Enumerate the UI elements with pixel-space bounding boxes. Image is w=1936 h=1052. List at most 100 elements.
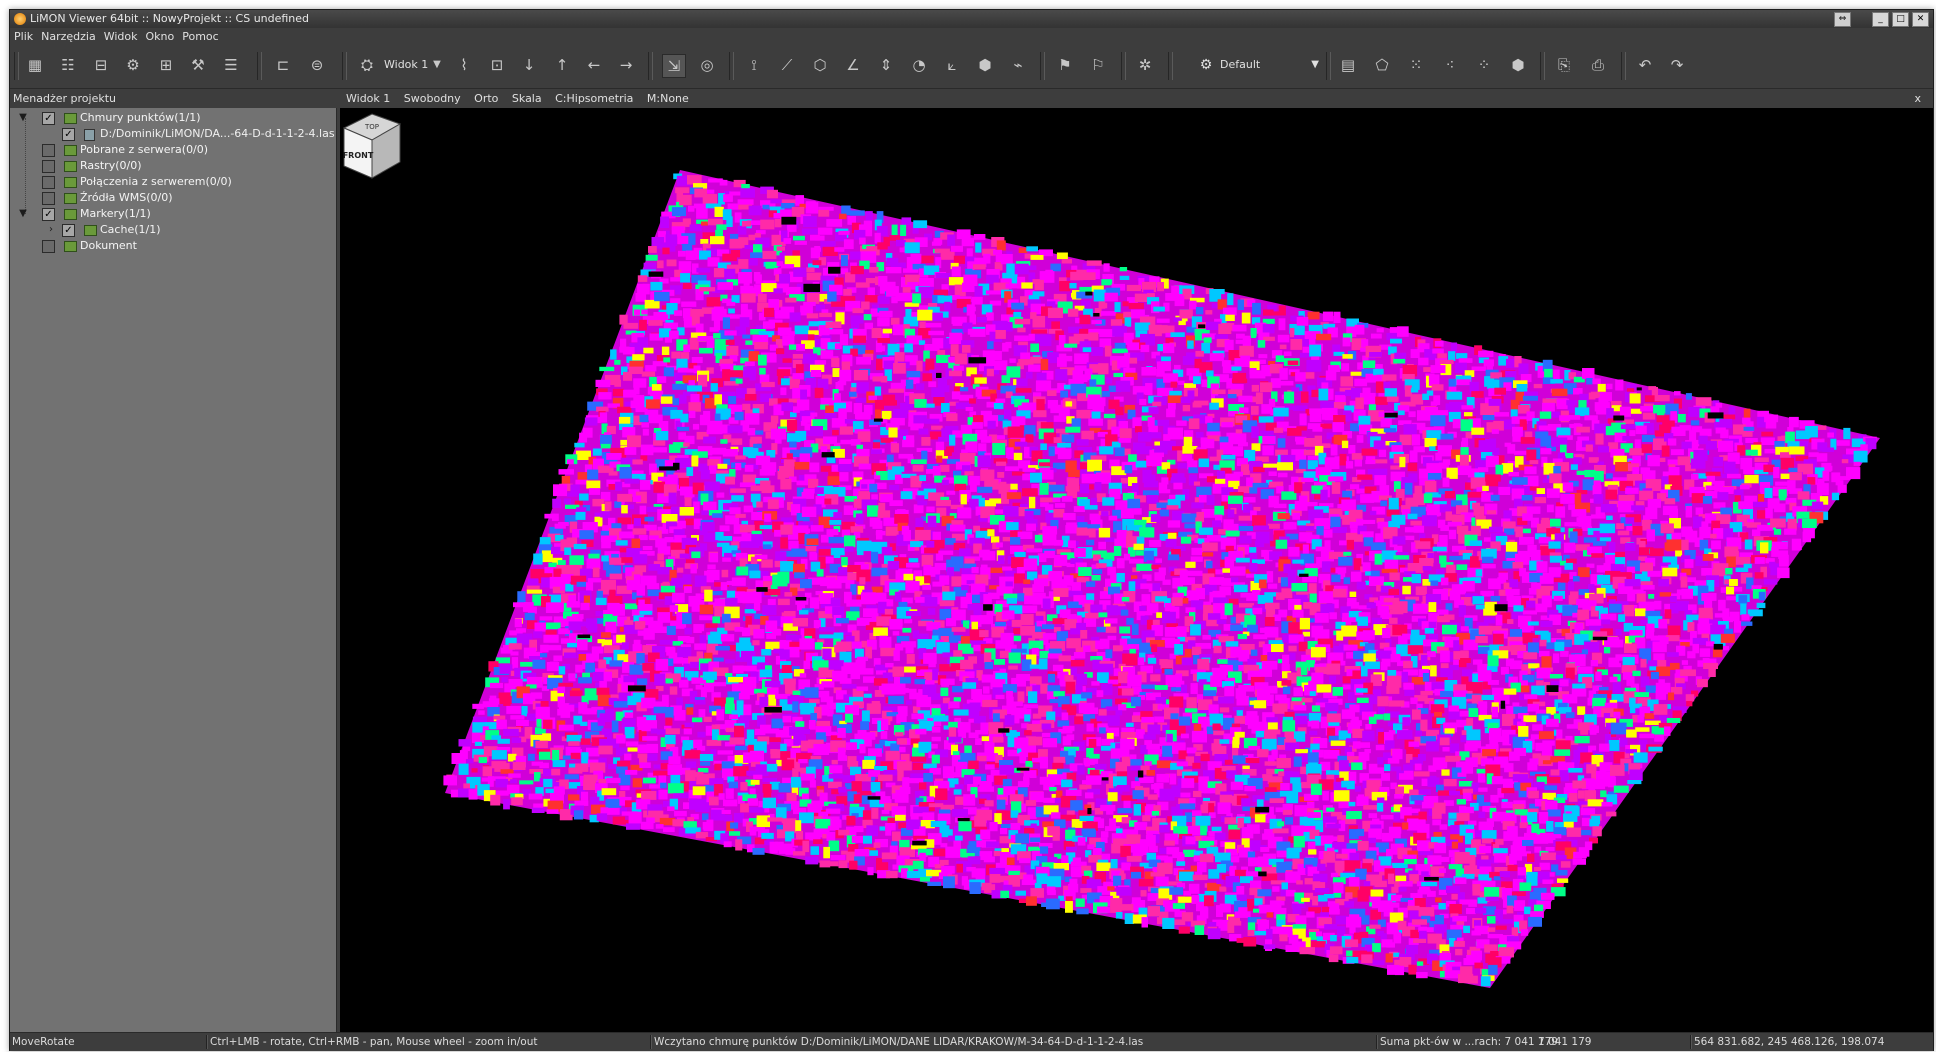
orbit-icon[interactable]: ◎ <box>696 54 718 76</box>
view-name[interactable]: Widok 1 <box>346 90 390 108</box>
lod-icon[interactable]: ⁘ <box>1473 54 1495 76</box>
chevron-down-icon[interactable]: ▼ <box>18 206 28 222</box>
measure-height-icon[interactable]: ⇕ <box>875 54 897 76</box>
maximize-button[interactable]: □ <box>1892 12 1909 27</box>
redo-icon[interactable]: ↷ <box>1666 54 1688 76</box>
list-icon[interactable]: ☰ <box>220 54 242 76</box>
checkbox[interactable]: ✓ <box>62 224 75 237</box>
projection-ortho[interactable]: Orto <box>474 90 498 108</box>
point-cluster <box>1206 431 1221 436</box>
panel-layout-icon[interactable]: ▦ <box>24 54 46 76</box>
grid-settings-icon[interactable]: ⊞ <box>155 54 177 76</box>
point-cluster <box>1224 339 1234 352</box>
tree-item-markers[interactable]: ▼ ✓ Markery(1/1) <box>12 206 334 222</box>
measure-line-icon[interactable]: ⟋ <box>776 54 798 76</box>
dock-toggle-icon[interactable]: ⇔ <box>1834 12 1851 27</box>
scale-toggle[interactable]: Skala <box>512 90 542 108</box>
checkbox[interactable] <box>42 192 55 205</box>
checkbox[interactable] <box>42 240 55 253</box>
move-rotate-icon[interactable]: ⇲ <box>662 54 686 78</box>
chevron-right-icon[interactable]: › <box>46 222 56 238</box>
arrow-up-icon[interactable]: ↑ <box>551 54 573 76</box>
tools-icon[interactable]: ⚒ <box>187 54 209 76</box>
point-cluster <box>970 481 977 492</box>
marker-add-icon[interactable]: ⚑ <box>1054 54 1076 76</box>
color-mode[interactable]: C:Hipsometria <box>555 90 633 108</box>
tree-item-rasters[interactable]: Rastry(0/0) <box>12 158 334 174</box>
checkbox[interactable] <box>42 160 55 173</box>
print-icon[interactable]: ⎙ <box>1587 54 1609 76</box>
undo-icon[interactable]: ↶ <box>1634 54 1656 76</box>
classification-icon[interactable]: ✲ <box>1134 54 1156 76</box>
menu-plik[interactable]: Plik <box>10 28 37 46</box>
tree-item-cache[interactable]: › ✓ Cache(1/1) <box>12 222 334 238</box>
menu-pomoc[interactable]: Pomoc <box>178 28 222 46</box>
measure-slope-icon[interactable]: ⟀ <box>941 54 963 76</box>
point-cluster <box>677 235 689 245</box>
tree-view-icon[interactable]: ☷ <box>57 54 79 76</box>
profile-icon[interactable]: ⊜ <box>306 54 328 76</box>
measure-volume-icon[interactable]: ⬢ <box>974 54 996 76</box>
tree-item-server-connections[interactable]: Połączenia z serwerem(0/0) <box>12 174 334 190</box>
tree-item-server-downloads[interactable]: Pobrane z serwera(0/0) <box>12 142 334 158</box>
checkbox[interactable]: ✓ <box>62 128 75 141</box>
menu-narzedzia[interactable]: Narzędzia <box>37 28 100 46</box>
chart-icon[interactable]: ⌇ <box>453 54 475 76</box>
tree-item-wms-sources[interactable]: Źródła WMS(0/0) <box>12 190 334 206</box>
measure-radius-icon[interactable]: ◔ <box>908 54 930 76</box>
measure-profile-icon[interactable]: ⌁ <box>1007 54 1029 76</box>
tree-item-document[interactable]: Dokument <box>12 238 334 254</box>
point-size-icon[interactable]: ⁙ <box>1405 54 1427 76</box>
tree-item-point-clouds[interactable]: ▼ ✓ Chmury punktów(1/1) <box>12 110 334 126</box>
arrow-left-icon[interactable]: ← <box>583 54 605 76</box>
point-cluster <box>655 701 669 708</box>
view-dropdown[interactable]: Widok 1 <box>384 54 428 76</box>
arrow-right-icon[interactable]: → <box>615 54 637 76</box>
point-cluster <box>689 337 699 350</box>
close-button[interactable]: ✕ <box>1912 12 1929 27</box>
point-cluster <box>1082 829 1096 838</box>
shading-icon[interactable]: ⬢ <box>1507 54 1529 76</box>
density-icon[interactable]: ⁖ <box>1439 54 1461 76</box>
menu-widok[interactable]: Widok <box>100 28 142 46</box>
point-cluster <box>707 257 720 267</box>
export-icon[interactable]: ⎘ <box>1553 54 1575 76</box>
point-cluster <box>511 797 523 806</box>
render-icon[interactable]: ⬠ <box>1371 54 1393 76</box>
measure-area-icon[interactable]: ⬡ <box>809 54 831 76</box>
close-view-icon[interactable]: x <box>1914 90 1921 108</box>
checkbox[interactable]: ✓ <box>42 208 55 221</box>
point-cluster <box>680 352 690 360</box>
view-icon[interactable]: ⛭ <box>356 54 378 76</box>
fit-view-icon[interactable]: ⊡ <box>486 54 508 76</box>
arrow-down-icon[interactable]: ↓ <box>518 54 540 76</box>
point-cluster <box>1227 394 1237 399</box>
measure-point-icon[interactable]: ⟟ <box>743 54 765 76</box>
point-cluster <box>1079 314 1091 325</box>
measure-angle-icon[interactable]: ∠ <box>842 54 864 76</box>
checkbox[interactable]: ✓ <box>42 112 55 125</box>
minimize-button[interactable]: _ <box>1872 12 1889 27</box>
3d-viewport[interactable]: TOP FRONT <box>340 108 1933 1032</box>
marker-mode[interactable]: M:None <box>647 90 689 108</box>
filter-icon[interactable]: ▤ <box>1337 54 1359 76</box>
tree-item-las-file[interactable]: ✓ D:/Dominik/LiMON/DA...-64-D-d-1-1-2-4.… <box>12 126 335 142</box>
point-cluster <box>1296 426 1307 431</box>
camera-mode-free[interactable]: Swobodny <box>404 90 461 108</box>
style-dropdown[interactable]: ⚙ Default ▼ <box>1196 54 1321 76</box>
point-cluster <box>551 768 561 776</box>
ruler-icon[interactable]: ⊏ <box>272 54 294 76</box>
chevron-down-icon[interactable]: ▼ <box>426 54 448 76</box>
menu-okno[interactable]: Okno <box>142 28 179 46</box>
checkbox[interactable] <box>42 144 55 157</box>
chevron-down-icon[interactable]: ▼ <box>18 110 28 126</box>
checkbox[interactable] <box>42 176 55 189</box>
point-cluster <box>725 788 734 799</box>
point-cluster <box>993 350 1002 360</box>
layer-settings-icon[interactable]: ⚙ <box>122 54 144 76</box>
point-cluster <box>992 736 1004 743</box>
point-cluster <box>1061 712 1069 721</box>
database-icon[interactable]: ⊟ <box>90 54 112 76</box>
point-cluster <box>781 378 791 386</box>
marker-list-icon[interactable]: ⚐ <box>1087 54 1109 76</box>
